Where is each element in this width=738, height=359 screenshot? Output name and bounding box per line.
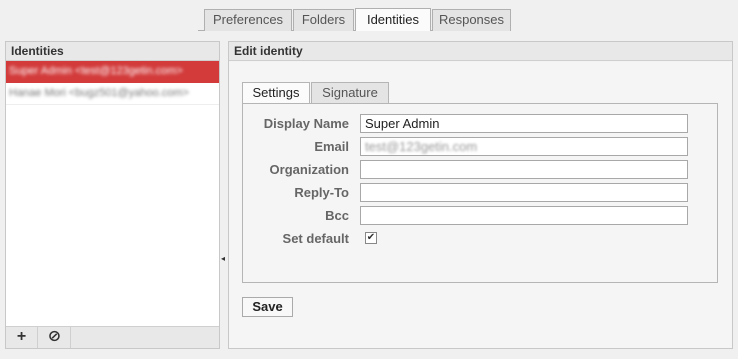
display-name-label: Display Name [263,116,349,131]
identity-tabs: Settings Signature [242,82,722,104]
checkmark-icon: ✔ [366,232,376,243]
tab-responses[interactable]: Responses [432,9,511,31]
organization-row: Organization [243,160,717,180]
bcc-input[interactable] [360,206,688,225]
tab-signature[interactable]: Signature [311,82,389,103]
email-label: Email [314,139,349,154]
set-default-checkbox[interactable]: ✔ [365,232,377,244]
email-field[interactable]: test@123getin.com [360,137,688,156]
tab-preferences[interactable]: Preferences [204,9,292,31]
set-default-row: Set default ✔ [243,229,717,249]
reply-to-row: Reply-To [243,183,717,203]
reply-to-label: Reply-To [294,185,349,200]
identity-list-item[interactable]: Super Admin <test@123getin.com> [6,61,219,83]
edit-identity-panel: Edit identity Settings Signature Display… [228,41,733,349]
bcc-label: Bcc [325,208,349,223]
display-name-row: Display Name Super Admin [243,114,717,134]
email-value: test@123getin.com [365,139,478,154]
identities-panel: Identities Super Admin <test@123getin.co… [5,41,220,349]
delete-identity-button[interactable]: ⊘ [39,327,71,348]
save-button[interactable]: Save [242,297,293,317]
plus-icon: + [16,328,27,345]
tab-settings[interactable]: Settings [242,82,310,104]
delete-icon: ⊘ [47,328,62,345]
display-name-input[interactable]: Super Admin [360,114,688,133]
identity-item-text: Hanae Mori <bugz501@yahoo.com> [9,87,189,99]
identity-list-item[interactable]: Hanae Mori <bugz501@yahoo.com> [6,83,219,105]
identities-list: Super Admin <test@123getin.com> Hanae Mo… [6,61,219,105]
settings-tabs: Preferences Folders Identities Responses [0,8,738,31]
reply-to-input[interactable] [360,183,688,202]
edit-identity-title: Edit identity [229,42,732,61]
identities-footer: + ⊘ [6,326,219,348]
edit-identity-body: Settings Signature Display Name Super Ad… [229,62,732,348]
identity-settings-form: Display Name Super Admin Email test@123g… [242,103,718,283]
set-default-label: Set default [282,231,349,246]
email-row: Email test@123getin.com [243,137,717,157]
organization-label: Organization [269,162,349,177]
splitter-handle[interactable]: ◂ [221,255,225,263]
tab-folders[interactable]: Folders [293,9,354,31]
organization-input[interactable] [360,160,688,179]
add-identity-button[interactable]: + [6,327,38,348]
bcc-row: Bcc [243,206,717,226]
identity-item-text: Super Admin <test@123getin.com> [9,65,183,77]
tab-identities[interactable]: Identities [355,8,431,31]
identities-panel-title: Identities [6,42,219,61]
